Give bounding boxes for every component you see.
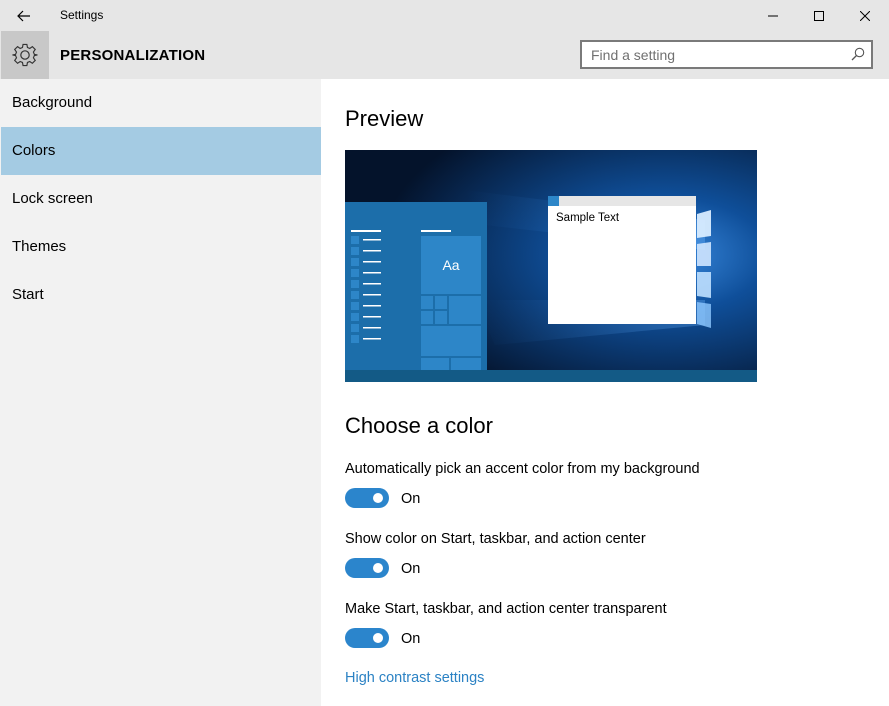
minimize-button[interactable] xyxy=(750,0,796,31)
show-color-state: On xyxy=(401,561,421,577)
maximize-button[interactable] xyxy=(796,0,842,31)
preview-heading: Preview xyxy=(345,106,424,131)
sidebar-item-background[interactable]: Background xyxy=(1,79,321,127)
transparency-state: On xyxy=(401,631,421,647)
section-title: PERSONALIZATION xyxy=(60,47,206,64)
back-button[interactable] xyxy=(0,0,48,31)
preview-illustration xyxy=(345,150,757,382)
choose-color-heading: Choose a color xyxy=(345,413,493,438)
gear-icon xyxy=(12,43,38,67)
sidebar-item-start[interactable]: Start xyxy=(1,271,321,319)
search-input[interactable] xyxy=(582,42,851,67)
show-color-label: Show color on Start, taskbar, and action… xyxy=(345,531,646,547)
search-box[interactable] xyxy=(580,40,873,69)
preview-tile-text: Aa xyxy=(442,257,460,273)
close-button[interactable] xyxy=(842,0,888,31)
high-contrast-link[interactable]: High contrast settings xyxy=(345,670,484,686)
maximize-icon xyxy=(814,10,824,21)
toggle-knob xyxy=(373,493,383,503)
minimize-icon xyxy=(768,15,778,16)
transparency-label: Make Start, taskbar, and action center t… xyxy=(345,601,667,617)
title-bar: Settings xyxy=(0,0,889,31)
toggle-knob xyxy=(373,563,383,573)
sidebar-item-themes[interactable]: Themes xyxy=(1,223,321,271)
auto-accent-label: Automatically pick an accent color from … xyxy=(345,461,700,477)
search-icon[interactable] xyxy=(851,47,865,61)
sidebar: Background Colors Lock screen Themes Sta… xyxy=(0,79,321,706)
sidebar-item-colors[interactable]: Colors xyxy=(1,127,321,175)
auto-accent-toggle[interactable] xyxy=(345,488,389,508)
transparency-toggle[interactable] xyxy=(345,628,389,648)
sidebar-item-lock-screen[interactable]: Lock screen xyxy=(1,175,321,223)
close-icon xyxy=(860,10,870,21)
show-color-toggle[interactable] xyxy=(345,558,389,578)
auto-accent-state: On xyxy=(401,491,421,507)
page-header: PERSONALIZATION xyxy=(0,31,889,79)
preview-sample-text: Sample Text xyxy=(556,212,620,224)
section-icon-box xyxy=(1,31,49,79)
toggle-knob xyxy=(373,633,383,643)
color-preview: Aa Sample Text xyxy=(345,150,757,382)
main-content: Preview Aa Sample Text Choose a color Au… xyxy=(321,79,889,706)
app-title: Settings xyxy=(60,8,104,22)
back-arrow-icon xyxy=(17,10,30,21)
